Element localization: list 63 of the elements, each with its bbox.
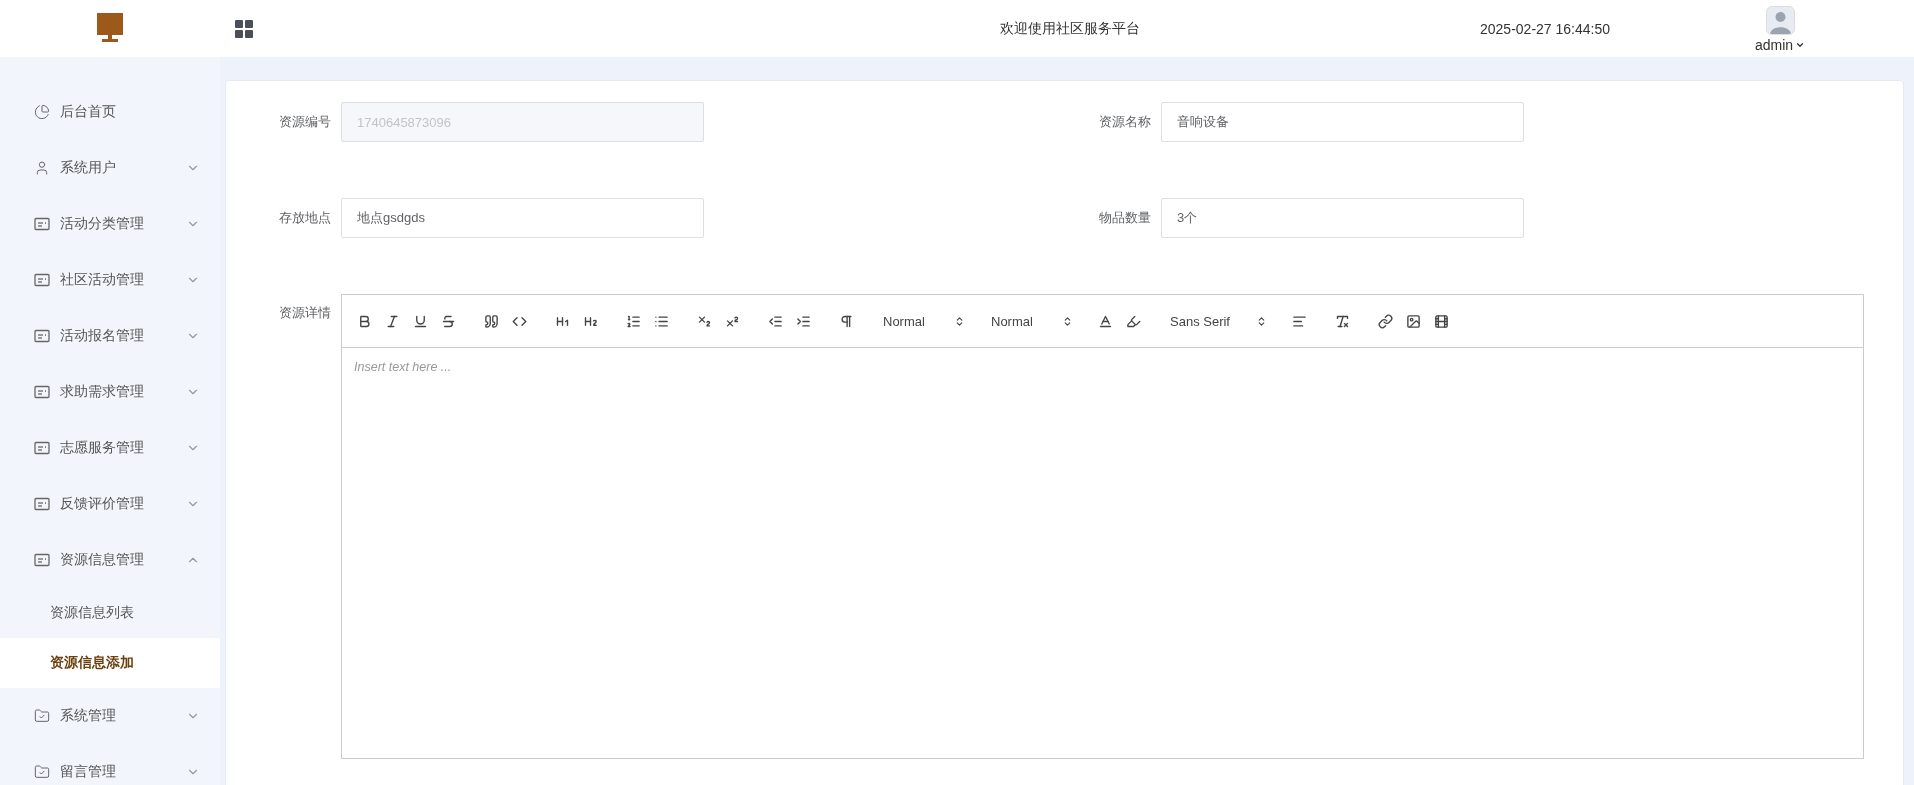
menu-icon[interactable] xyxy=(235,19,253,38)
text-direction-icon[interactable] xyxy=(838,313,854,329)
menu-item[interactable]: 活动报名管理 xyxy=(0,308,220,364)
field-label: 资源编号 xyxy=(278,113,332,131)
highlight-icon[interactable] xyxy=(1125,313,1141,329)
menu-item[interactable]: 留言管理 xyxy=(0,744,220,785)
avatar[interactable] xyxy=(1765,6,1795,35)
input-field[interactable]: 地点gsdgds xyxy=(341,198,704,238)
input-field[interactable]: 3个 xyxy=(1161,198,1524,238)
card-icon xyxy=(34,553,50,567)
image-icon[interactable] xyxy=(1405,313,1421,329)
menu-item[interactable]: 求助需求管理 xyxy=(0,364,220,420)
superscript-icon[interactable] xyxy=(724,313,740,329)
up-down-icon xyxy=(1062,315,1073,327)
menu-item[interactable]: 系统用户 xyxy=(0,140,220,196)
folder-check-icon xyxy=(34,708,50,724)
menu-item[interactable]: 活动分类管理 xyxy=(0,196,220,252)
folder-check-icon xyxy=(34,764,50,780)
card-icon xyxy=(34,217,50,231)
monitor-icon xyxy=(97,12,123,45)
strikethrough-icon[interactable] xyxy=(440,313,456,329)
user-menu[interactable]: admin xyxy=(1754,37,1806,53)
date-time: 2025-02-27 16:44:50 xyxy=(1479,20,1611,37)
italic-icon[interactable] xyxy=(384,313,400,329)
format-dropdown[interactable]: Sans Serif xyxy=(1162,309,1275,333)
bullet-list-icon[interactable] xyxy=(653,313,669,329)
align-left-icon[interactable] xyxy=(1291,313,1307,329)
field-label: 资源详情 xyxy=(278,304,332,322)
quote-icon[interactable] xyxy=(483,313,499,329)
field-label: 存放地点 xyxy=(278,209,332,227)
site-title: 欢迎使用社区服务平台 xyxy=(999,19,1141,38)
menu-item[interactable]: 志愿服务管理 xyxy=(0,420,220,476)
submenu-item[interactable]: 资源信息列表 xyxy=(0,588,220,638)
input-field[interactable]: 音响设备 xyxy=(1161,102,1524,142)
field-label: 资源名称 xyxy=(1098,113,1152,131)
indent-icon[interactable] xyxy=(795,313,811,329)
menu-item[interactable]: 后台首页 xyxy=(0,84,220,140)
format-dropdown[interactable]: Normal xyxy=(875,309,973,333)
menu-item[interactable]: 系统管理 xyxy=(0,688,220,744)
menu-item[interactable]: 资源信息管理 xyxy=(0,532,220,588)
font-color-icon[interactable] xyxy=(1097,313,1113,329)
field-label: 物品数量 xyxy=(1098,209,1152,227)
ordered-list-icon[interactable] xyxy=(625,313,641,329)
clear-format-icon[interactable] xyxy=(1334,313,1350,329)
outdent-icon[interactable] xyxy=(767,313,783,329)
video-icon[interactable] xyxy=(1433,313,1449,329)
submenu-item[interactable]: 资源信息添加 xyxy=(0,638,220,688)
up-down-icon xyxy=(954,315,965,327)
underline-icon[interactable] xyxy=(412,313,428,329)
subscript-icon[interactable] xyxy=(696,313,712,329)
menu-item[interactable]: 社区活动管理 xyxy=(0,252,220,308)
link-icon[interactable] xyxy=(1377,313,1393,329)
pie-chart-icon xyxy=(34,104,50,120)
card-icon xyxy=(34,497,50,511)
card-icon xyxy=(34,273,50,287)
card-icon xyxy=(34,329,50,343)
user-icon xyxy=(34,160,50,176)
card-icon xyxy=(34,385,50,399)
card-icon xyxy=(34,441,50,455)
up-down-icon xyxy=(1256,315,1267,327)
menu-item[interactable]: 反馈评价管理 xyxy=(0,476,220,532)
format-dropdown[interactable]: Normal xyxy=(983,309,1081,333)
caret-icon xyxy=(1795,40,1806,50)
